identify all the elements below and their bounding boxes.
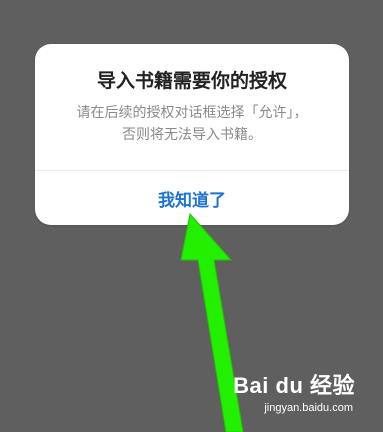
authorization-dialog: 导入书籍需要你的授权 请在后续的授权对话框选择「允许」， 否则将无法导入书籍。 … (35, 44, 349, 225)
app-screen: 导入书籍需要你的授权 请在后续的授权对话框选择「允许」， 否则将无法导入书籍。 … (0, 0, 383, 432)
dialog-message-line-1: 请在后续的授权对话框选择「允许」， (76, 105, 308, 121)
dialog-title: 导入书籍需要你的授权 (96, 70, 287, 92)
watermark-domain: jingyan.baidu.com (264, 402, 353, 414)
baidu-jingyan-watermark: Bai du 经验 jingyan.baidu.com (233, 374, 355, 426)
acknowledge-button[interactable]: 我知道了 (35, 171, 349, 225)
watermark-brand: Bai du 经验 (233, 373, 355, 398)
dialog-message-line-2: 否则将无法导入书籍。 (122, 127, 262, 143)
dialog-message: 请在后续的授权对话框选择「允许」， 否则将无法导入书籍。 (55, 102, 329, 146)
